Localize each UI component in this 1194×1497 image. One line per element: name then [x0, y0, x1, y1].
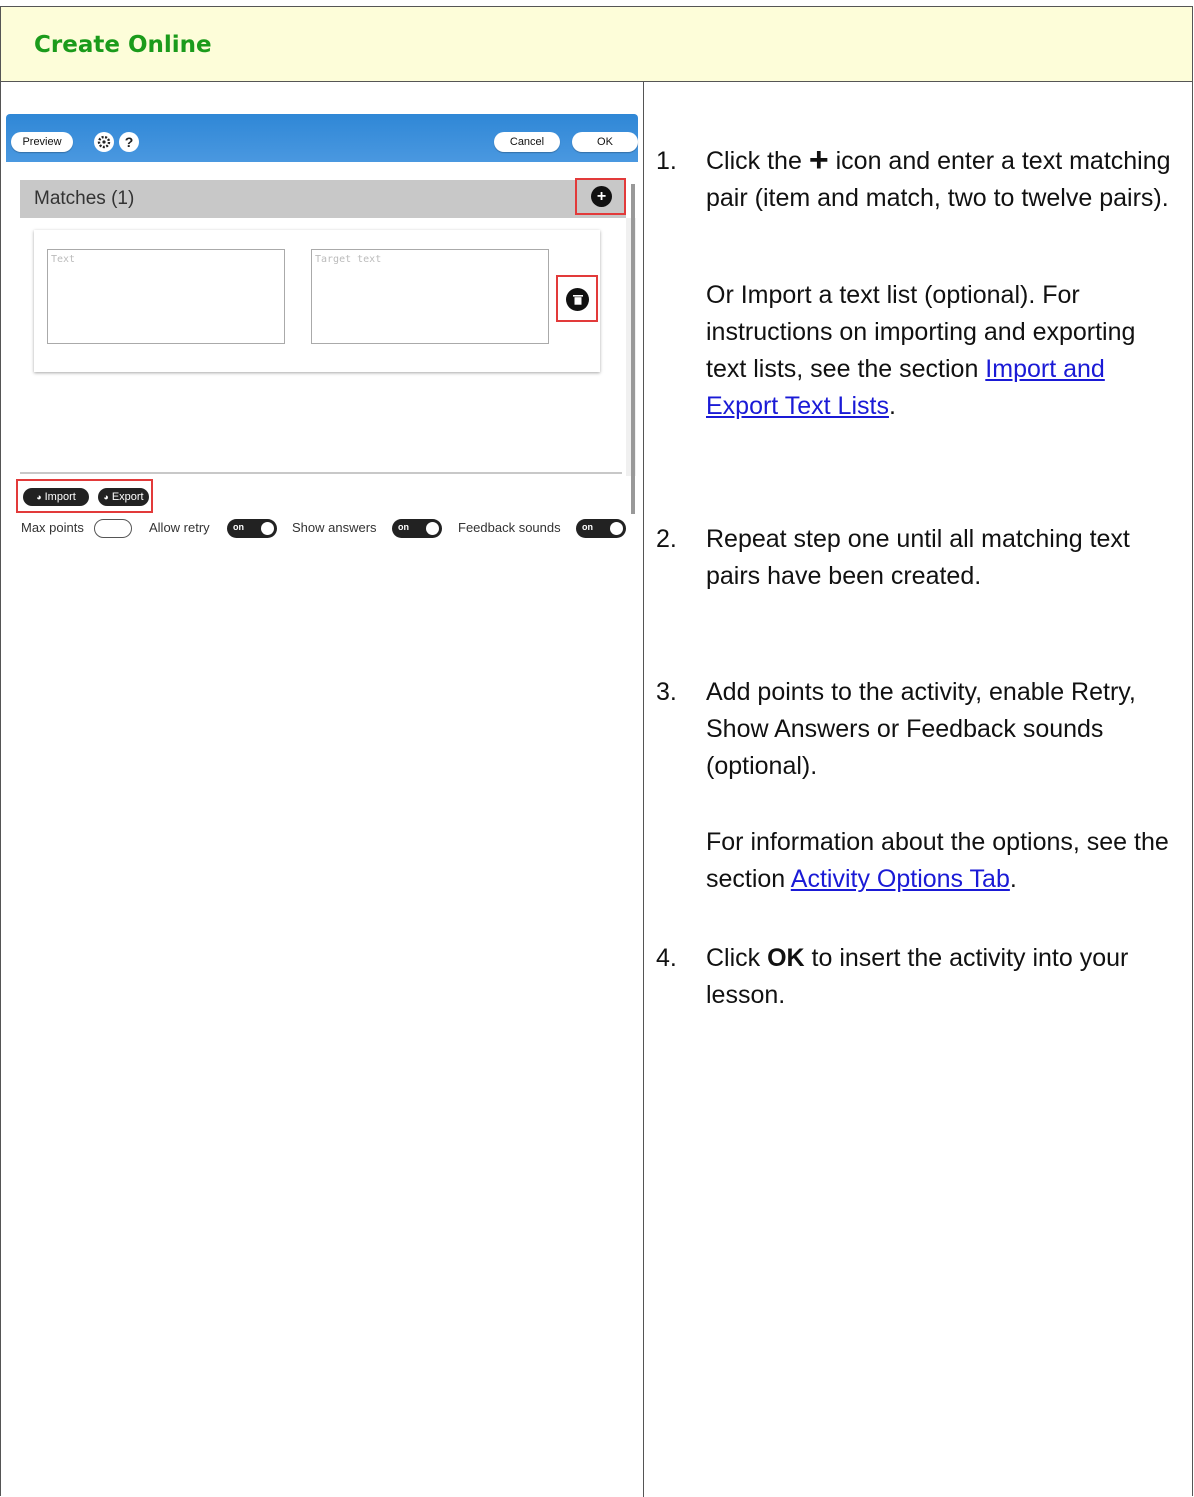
- allow-retry-toggle[interactable]: on: [227, 519, 277, 538]
- add-icon[interactable]: +: [591, 186, 612, 207]
- ok-button[interactable]: OK: [572, 132, 638, 152]
- show-answers-toggle[interactable]: on: [392, 519, 442, 538]
- section-title: Create Online: [34, 32, 212, 58]
- allow-retry-label: Allow retry: [149, 520, 210, 535]
- step-text: Repeat step one until all matching text …: [706, 525, 1130, 590]
- step-text: Add points to the activity, enable Retry…: [706, 678, 1136, 780]
- toggle-on-text: on: [582, 522, 593, 532]
- import-button[interactable]: ◕ Import: [23, 488, 89, 506]
- add-pair-highlight: +: [575, 178, 626, 215]
- step-number: 2.: [656, 525, 677, 553]
- editor-toolbar: Preview ? Cancel OK: [6, 114, 638, 162]
- toggle-on-text: on: [233, 522, 244, 532]
- cancel-button[interactable]: Cancel: [494, 132, 560, 152]
- step-number: 1.: [656, 147, 677, 175]
- column-divider: [643, 82, 644, 1497]
- max-points-input[interactable]: [94, 519, 132, 538]
- export-label: Export: [111, 491, 144, 503]
- match-pair-card: Text Target text: [34, 230, 600, 372]
- export-button[interactable]: ◕ Export: [98, 488, 149, 506]
- preview-button[interactable]: Preview: [11, 132, 73, 152]
- editor-screenshot: Preview ? Cancel OK Matches (1) + Text T…: [6, 114, 640, 554]
- step-number: 3.: [656, 678, 677, 706]
- table-header: Create Online: [1, 7, 1192, 82]
- instruction-table: Create Online Preview ? Cancel OK Matche…: [0, 6, 1193, 1497]
- step-number: 4.: [656, 944, 677, 972]
- matches-panel: Matches (1) + Text Target text: [20, 178, 636, 476]
- import-export-highlight: ◕ Import ◕ Export: [16, 479, 153, 513]
- matches-header: Matches (1) +: [20, 178, 626, 218]
- toggle-on-text: on: [398, 522, 409, 532]
- activity-options-link[interactable]: Activity Options Tab: [791, 865, 1010, 893]
- feedback-sounds-label: Feedback sounds: [458, 520, 561, 535]
- panel-bottom-border: [20, 472, 622, 474]
- help-icon[interactable]: ?: [119, 132, 139, 152]
- gear-icon[interactable]: [94, 132, 114, 152]
- import-label: Import: [44, 491, 76, 503]
- trash-icon[interactable]: [566, 288, 589, 311]
- step-note: For information about the options, see t…: [706, 828, 1169, 893]
- step-text: Click OK to insert the activity into you…: [706, 944, 1129, 1009]
- step-note: Or Import a text list (optional). For in…: [706, 281, 1136, 420]
- editor-scrollbar[interactable]: [631, 184, 635, 514]
- show-answers-label: Show answers: [292, 520, 377, 535]
- ok-bold: OK: [767, 944, 805, 972]
- feedback-sounds-toggle[interactable]: on: [576, 519, 626, 538]
- step-text: Click the + icon and enter a text matchi…: [706, 141, 1171, 212]
- max-points-label: Max points: [21, 520, 84, 535]
- plus-icon: +: [808, 141, 829, 179]
- delete-pair-highlight: [556, 275, 598, 322]
- text-field[interactable]: Text: [47, 249, 285, 344]
- target-text-field[interactable]: Target text: [311, 249, 549, 344]
- matches-title: Matches (1): [34, 188, 135, 209]
